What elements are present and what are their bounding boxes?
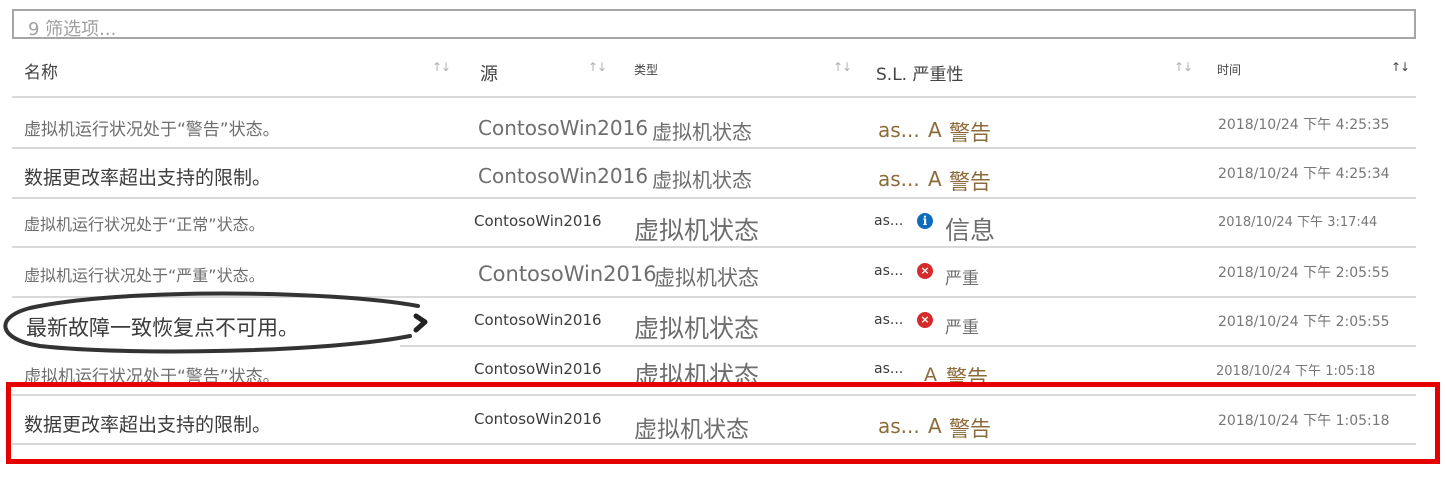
header-divider [12,96,1416,98]
row-time: 2018/10/24 下午 2:05:55 [1218,314,1390,330]
row-severity: 严重 [945,318,979,338]
row-divider [12,246,1416,248]
row-source: ContosoWin2016 [478,262,657,286]
error-icon: × [917,263,933,279]
row-source: ContosoWin2016 [474,360,602,378]
row-time: 2018/10/24 下午 3:17:44 [1218,215,1378,230]
row-source: ContosoWin2016 [474,311,602,329]
row-severity: 严重 [945,269,979,289]
row-sl: as... [874,263,904,279]
warning-icon: A [928,118,942,142]
column-header-type[interactable]: 类型 [634,61,658,78]
row-severity: 信息 [945,216,996,245]
info-icon: i [917,213,933,229]
row-name: 虚拟机运行状况处于“正常”状态。 [24,215,265,234]
row-type: 虚拟机状态 [654,266,759,290]
row-divider [12,197,1416,199]
sort-source-icon[interactable]: ↑↓ [588,60,607,74]
row-name: 虚拟机运行状况处于“严重”状态。 [24,266,265,285]
column-header-source[interactable]: 源 [480,60,498,86]
row-source: ContosoWin2016 [474,212,602,230]
row-type: 虚拟机状态 [652,120,752,144]
sort-type-icon[interactable]: ↑↓ [833,60,852,74]
row-time: 2018/10/24 下午 2:05:55 [1218,265,1390,281]
sort-time-icon[interactable]: ↑↓ [1391,60,1410,74]
row-time: 2018/10/24 下午 1:05:18 [1216,364,1376,379]
error-icon: × [917,312,933,328]
row-sl: as... [878,167,920,191]
row-severity: 警告 [949,170,991,194]
column-header-time[interactable]: 时间 [1217,61,1241,78]
filter-placeholder: 9 筛选项... [28,19,117,40]
row-type: 虚拟机状态 [652,168,752,192]
row-time: 2018/10/24 下午 4:25:34 [1218,166,1390,182]
row-source: ContosoWin2016 [478,116,649,140]
row-time: 2018/10/24 下午 4:25:35 [1218,117,1390,133]
row-sl: as... [874,312,904,328]
row-sl: as... [874,213,904,229]
filter-input[interactable]: 9 筛选项... [12,9,1416,40]
row-divider [12,147,1416,149]
highlight-box [6,382,1440,464]
column-header-severity[interactable]: S.L. 严重性 [876,60,963,85]
row-sl: as... [874,361,904,377]
sort-name-icon[interactable]: ↑↓ [432,60,451,74]
column-header-name[interactable]: 名称 [24,58,58,83]
row-name: 虚拟机运行状况处于“警告”状态。 [24,120,280,140]
warning-icon: A [928,167,942,191]
row-type: 虚拟机状态 [634,216,760,245]
annotation-ellipse [3,291,428,354]
row-name: 数据更改率超出支持的限制。 [24,167,272,189]
row-severity: 警告 [949,121,991,145]
row-divider [400,345,1416,347]
row-type: 虚拟机状态 [634,314,760,343]
row-sl: as... [878,118,920,142]
sort-severity-icon[interactable]: ↑↓ [1174,60,1193,74]
row-source: ContosoWin2016 [478,164,649,188]
